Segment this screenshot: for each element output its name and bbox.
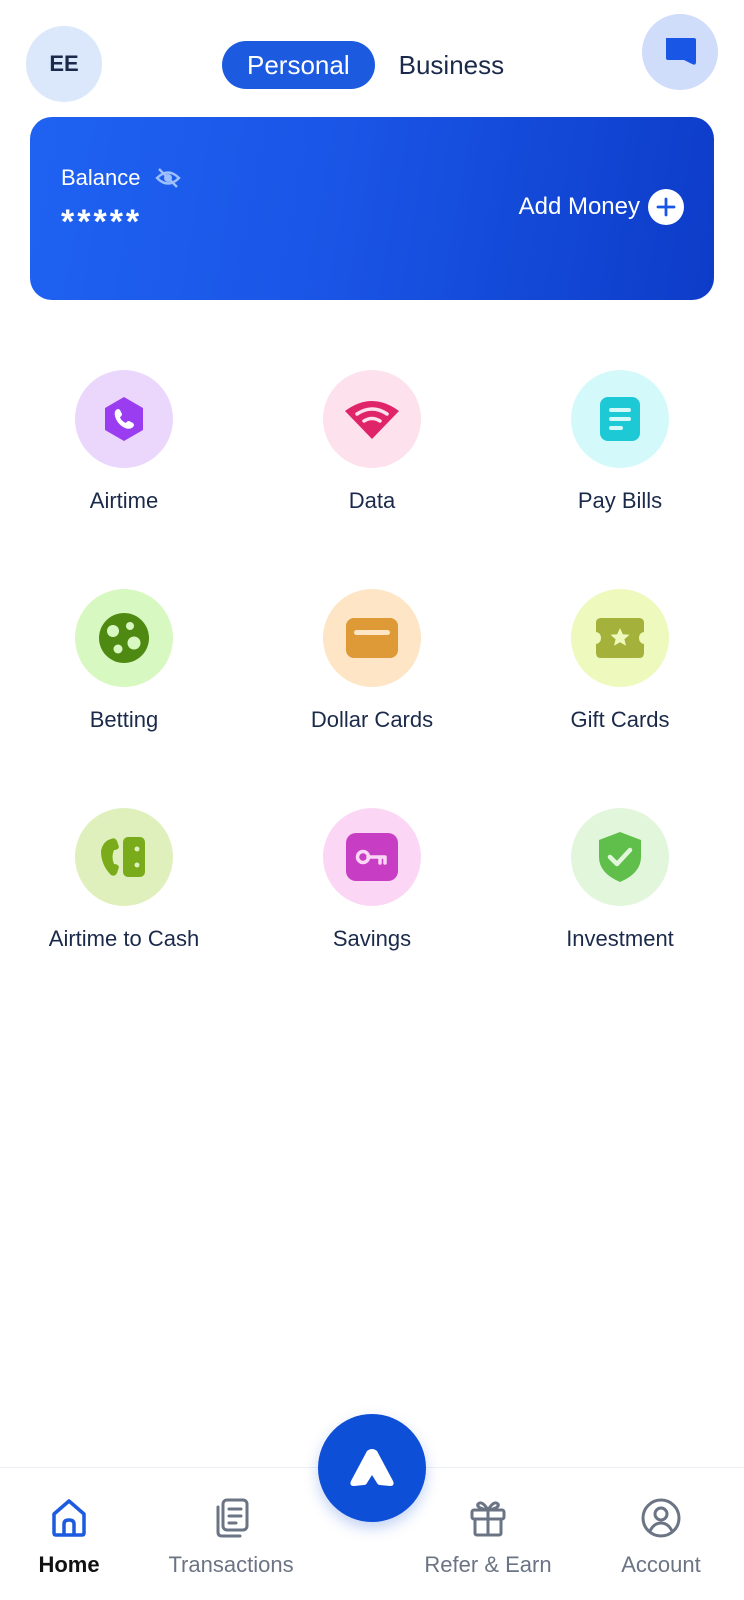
nav-home-label: Home [38, 1552, 100, 1577]
balance-card: Balance ***** Add Money [30, 117, 714, 300]
nav-refer-earn-label: Refer & Earn [424, 1552, 552, 1577]
eye-off-icon[interactable] [154, 167, 181, 189]
wifi-icon [323, 370, 421, 468]
ball-icon [75, 589, 173, 687]
nav-refer-earn[interactable]: Refer & Earn [412, 1468, 564, 1578]
service-label: Dollar Cards [310, 707, 434, 732]
service-label: Investment [566, 926, 674, 951]
nav-account[interactable]: Account [612, 1468, 710, 1578]
chat-icon [666, 38, 696, 65]
nav-transactions[interactable]: Transactions [158, 1468, 304, 1578]
service-label: Airtime [89, 488, 159, 513]
bill-icon [571, 370, 669, 468]
plus-icon [648, 189, 684, 225]
service-dollar-cards[interactable]: Dollar Cards [248, 589, 496, 808]
service-data[interactable]: Data [248, 370, 496, 589]
card-icon [323, 589, 421, 687]
key-icon [323, 808, 421, 906]
tab-personal[interactable]: Personal [222, 41, 375, 89]
service-savings[interactable]: Savings [248, 808, 496, 1027]
nav-transactions-label: Transactions [168, 1552, 294, 1577]
phone-icon [75, 370, 173, 468]
add-money-button[interactable]: Add Money [519, 189, 684, 225]
airtime-cash-icon [75, 808, 173, 906]
home-icon [50, 1496, 88, 1540]
logo-icon [350, 1449, 394, 1486]
nav-home[interactable]: Home [30, 1468, 108, 1578]
tab-business[interactable]: Business [399, 50, 505, 81]
service-pay-bills[interactable]: Pay Bills [496, 370, 744, 589]
account-icon [640, 1496, 682, 1540]
service-gift-cards[interactable]: Gift Cards [496, 589, 744, 808]
service-label: Pay Bills [577, 488, 663, 513]
service-label: Data [348, 488, 396, 513]
balance-label: Balance [61, 165, 181, 191]
tab-personal-label: Personal [247, 49, 350, 80]
service-label: Betting [89, 707, 159, 732]
account-type-toggle: Personal Business [222, 41, 504, 89]
chat-button[interactable] [642, 14, 718, 90]
service-airtime[interactable]: Airtime [0, 370, 248, 589]
balance-value: ***** [61, 203, 143, 241]
gift-card-icon [571, 589, 669, 687]
tab-business-label: Business [398, 49, 505, 80]
services-grid: Airtime Data Pay Bills Betting Dollar Ca… [0, 370, 744, 1027]
service-investment[interactable]: Investment [496, 808, 744, 1027]
gift-icon [468, 1496, 508, 1540]
shield-check-icon [571, 808, 669, 906]
center-action-button[interactable] [318, 1414, 426, 1522]
service-label: Savings [332, 926, 412, 951]
add-money-label: Add Money [518, 193, 640, 220]
transactions-icon [212, 1496, 250, 1540]
avatar-initials: EE [49, 51, 79, 76]
nav-account-label: Account [621, 1552, 701, 1577]
service-airtime-to-cash[interactable]: Airtime to Cash [0, 808, 248, 1027]
service-betting[interactable]: Betting [0, 589, 248, 808]
avatar[interactable]: EE [26, 26, 102, 102]
service-label: Airtime to Cash [48, 926, 200, 951]
service-label: Gift Cards [570, 707, 670, 732]
